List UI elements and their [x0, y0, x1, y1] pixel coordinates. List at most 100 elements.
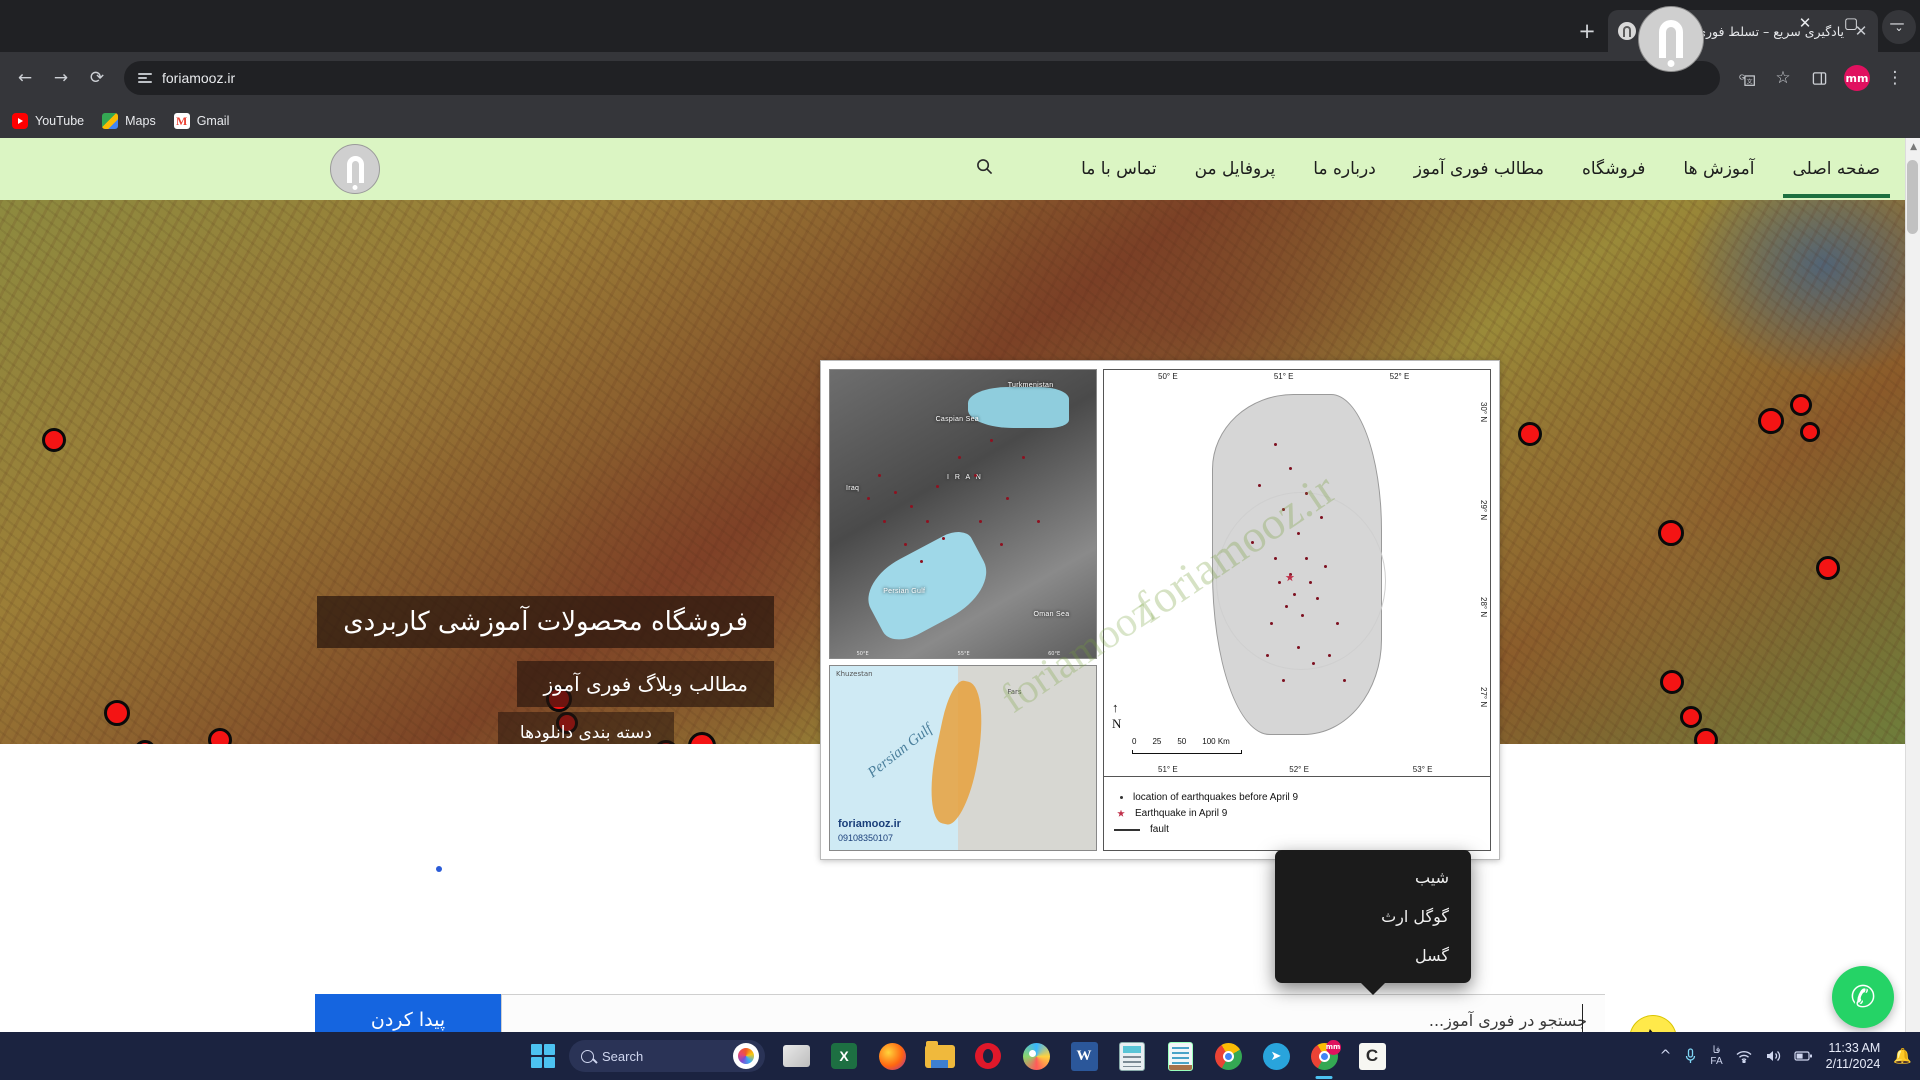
sat-label-iran: I R A N: [947, 473, 983, 481]
page-viewport: صفحه اصلی آموزش ها فروشگاه مطالب فوری آم…: [0, 138, 1920, 1080]
maximize-button[interactable]: ▢: [1828, 0, 1874, 46]
svg-text:G: G: [1739, 72, 1745, 81]
minimize-button[interactable]: —: [1874, 0, 1920, 46]
figure-right-column: 50° E 51° E 52° E 30° N 29° N 28° N 27° …: [1103, 369, 1491, 851]
copilot-icon[interactable]: [733, 1043, 759, 1069]
nav-item-articles[interactable]: مطالب فوری آموز: [1412, 140, 1546, 198]
map-axis-x-2: 52° E: [1389, 372, 1410, 381]
hero-line-blog[interactable]: مطالب وبلاگ فوری آموز: [517, 661, 774, 707]
nav-item-profile[interactable]: پروفایل من: [1193, 140, 1278, 198]
map-axis-x-bottom-2: 53° E: [1412, 765, 1433, 774]
dropdown-item-google-earth[interactable]: گوگل ارث: [1275, 897, 1471, 936]
volume-icon[interactable]: [1765, 1049, 1781, 1063]
bookmark-maps[interactable]: Maps: [102, 113, 156, 129]
map-axis-x-1: 51° E: [1273, 372, 1294, 381]
bookmark-gmail[interactable]: M Gmail: [173, 113, 229, 129]
hero-line-shop[interactable]: فروشگاه محصولات آموزشی کاربردی: [317, 596, 774, 648]
site-logo[interactable]: [330, 144, 380, 194]
taskbar-app-firefox[interactable]: [875, 1039, 909, 1073]
reload-icon[interactable]: ⟳: [80, 61, 114, 95]
back-icon[interactable]: ←: [8, 61, 42, 95]
hero-line-downloads[interactable]: دسته بندی دانلودها: [497, 712, 674, 744]
text-caret: [1582, 1004, 1583, 1034]
close-window-button[interactable]: ✕: [1782, 0, 1828, 46]
scroll-up-arrow-icon[interactable]: ▲: [1910, 142, 1917, 152]
new-tab-button[interactable]: +: [1572, 16, 1602, 46]
taskbar-app-word[interactable]: W: [1067, 1039, 1101, 1073]
address-bar[interactable]: foriamooz.ir: [124, 61, 1720, 95]
clock-time: 11:33 AM: [1828, 1041, 1881, 1055]
taskbar-app-camtasia[interactable]: C: [1355, 1039, 1389, 1073]
gulf-label-persian-gulf: Persian Gulf: [864, 721, 936, 782]
map-axis-y-3: 27° N: [1479, 686, 1488, 707]
sat-label-iraq: Iraq: [845, 485, 860, 493]
map-axis-x-0: 50° E: [1158, 372, 1178, 381]
search-icon: [581, 1049, 594, 1063]
scrollbar-thumb[interactable]: [1907, 160, 1918, 234]
taskbar-app-paint[interactable]: [1019, 1039, 1053, 1073]
taskbar-apps: Search X W mm C: [531, 1039, 1389, 1073]
profile-avatar-button[interactable]: mm: [1844, 65, 1870, 91]
nav-item-contact[interactable]: تماس با ما: [1079, 140, 1159, 198]
site-profile-avatar[interactable]: [1638, 6, 1704, 72]
youtube-icon: [12, 113, 28, 129]
taskbar-search-box[interactable]: Search: [569, 1040, 765, 1072]
site-settings-icon[interactable]: [138, 73, 152, 83]
notifications-bell-icon[interactable]: 🔔: [1893, 1047, 1912, 1065]
taskbar-app-telegram[interactable]: [1259, 1039, 1293, 1073]
taskbar-app-excel[interactable]: X: [827, 1039, 861, 1073]
main-map-panel: 50° E 51° E 52° E 30° N 29° N 28° N 27° …: [1103, 369, 1491, 777]
scale-bar: [1132, 750, 1242, 754]
map-legend: location of earthquakes before April 9 E…: [1103, 777, 1491, 851]
wifi-icon[interactable]: [1736, 1050, 1752, 1063]
dropdown-item-slope[interactable]: شیب: [1275, 858, 1471, 897]
side-panel-icon[interactable]: [1802, 61, 1836, 95]
mic-icon[interactable]: [1684, 1048, 1697, 1064]
whatsapp-icon[interactable]: ✆: [1832, 966, 1894, 1028]
sat-axis-right: 60°E: [1048, 651, 1061, 657]
nav-item-courses[interactable]: آموزش ها: [1681, 140, 1756, 198]
language-indicator[interactable]: فا FA: [1710, 1045, 1722, 1067]
google-maps-icon: [102, 113, 119, 129]
taskbar-app-chrome-profile[interactable]: mm: [1307, 1039, 1341, 1073]
bookmarks-bar: YouTube Maps M Gmail: [0, 104, 1920, 138]
taskbar-app-chrome[interactable]: [1211, 1039, 1245, 1073]
taskbar-app-task-view[interactable]: [779, 1039, 813, 1073]
sat-axis-left: 50°E: [856, 651, 869, 657]
sat-label-oman-sea: Oman Sea: [1033, 610, 1070, 618]
site-navigation: صفحه اصلی آموزش ها فروشگاه مطالب فوری آم…: [976, 140, 1891, 198]
taskbar-app-opera[interactable]: [971, 1039, 1005, 1073]
taskbar-app-calculator[interactable]: [1115, 1039, 1149, 1073]
forward-icon[interactable]: →: [44, 61, 78, 95]
tab-favicon-icon: [1618, 22, 1636, 40]
nav-item-home[interactable]: صفحه اصلی: [1782, 140, 1891, 198]
bookmark-youtube[interactable]: YouTube: [12, 113, 84, 129]
legend-text: location of earthquakes before April 9: [1133, 792, 1299, 803]
nav-item-shop[interactable]: فروشگاه: [1580, 140, 1647, 198]
nav-item-about[interactable]: درباره ما: [1311, 140, 1378, 198]
gmail-icon: M: [173, 113, 190, 129]
map-axis-x-bottom-1: 52° E: [1289, 765, 1309, 774]
svg-text:文: 文: [1746, 77, 1752, 85]
sat-label-caspian: Caspian Sea: [935, 416, 979, 424]
search-icon[interactable]: [976, 158, 993, 180]
lang-native: فا: [1712, 1045, 1721, 1056]
chevron-up-icon[interactable]: ^: [1660, 1048, 1672, 1064]
bookmark-star-icon[interactable]: ☆: [1766, 61, 1800, 95]
site-header: صفحه اصلی آموزش ها فروشگاه مطالب فوری آم…: [0, 138, 1920, 200]
tab-strip: ⌄ یادگیری سریع – تسلط فوری بر مه ✕ + — ▢…: [0, 0, 1920, 52]
dropdown-item-fault[interactable]: گسل: [1275, 936, 1471, 975]
taskbar-app-file-explorer[interactable]: [923, 1039, 957, 1073]
browser-menu-icon[interactable]: ⋮: [1878, 61, 1912, 95]
taskbar-app-notepad[interactable]: [1163, 1039, 1197, 1073]
window-controls: — ▢ ✕: [1782, 0, 1920, 46]
taskbar-clock[interactable]: 11:33 AM 2/11/2024: [1826, 1040, 1881, 1072]
legend-star-icon: [1117, 809, 1125, 817]
battery-icon[interactable]: [1794, 1050, 1813, 1062]
translate-icon[interactable]: G文: [1730, 61, 1764, 95]
vertical-scrollbar[interactable]: ▲ ▼: [1905, 138, 1920, 1080]
sat-label-turkmenistan: Turkmenistan: [1007, 381, 1054, 389]
start-icon[interactable]: [531, 1044, 555, 1068]
lang-code: FA: [1710, 1056, 1723, 1067]
bookmark-label: Maps: [125, 114, 156, 128]
